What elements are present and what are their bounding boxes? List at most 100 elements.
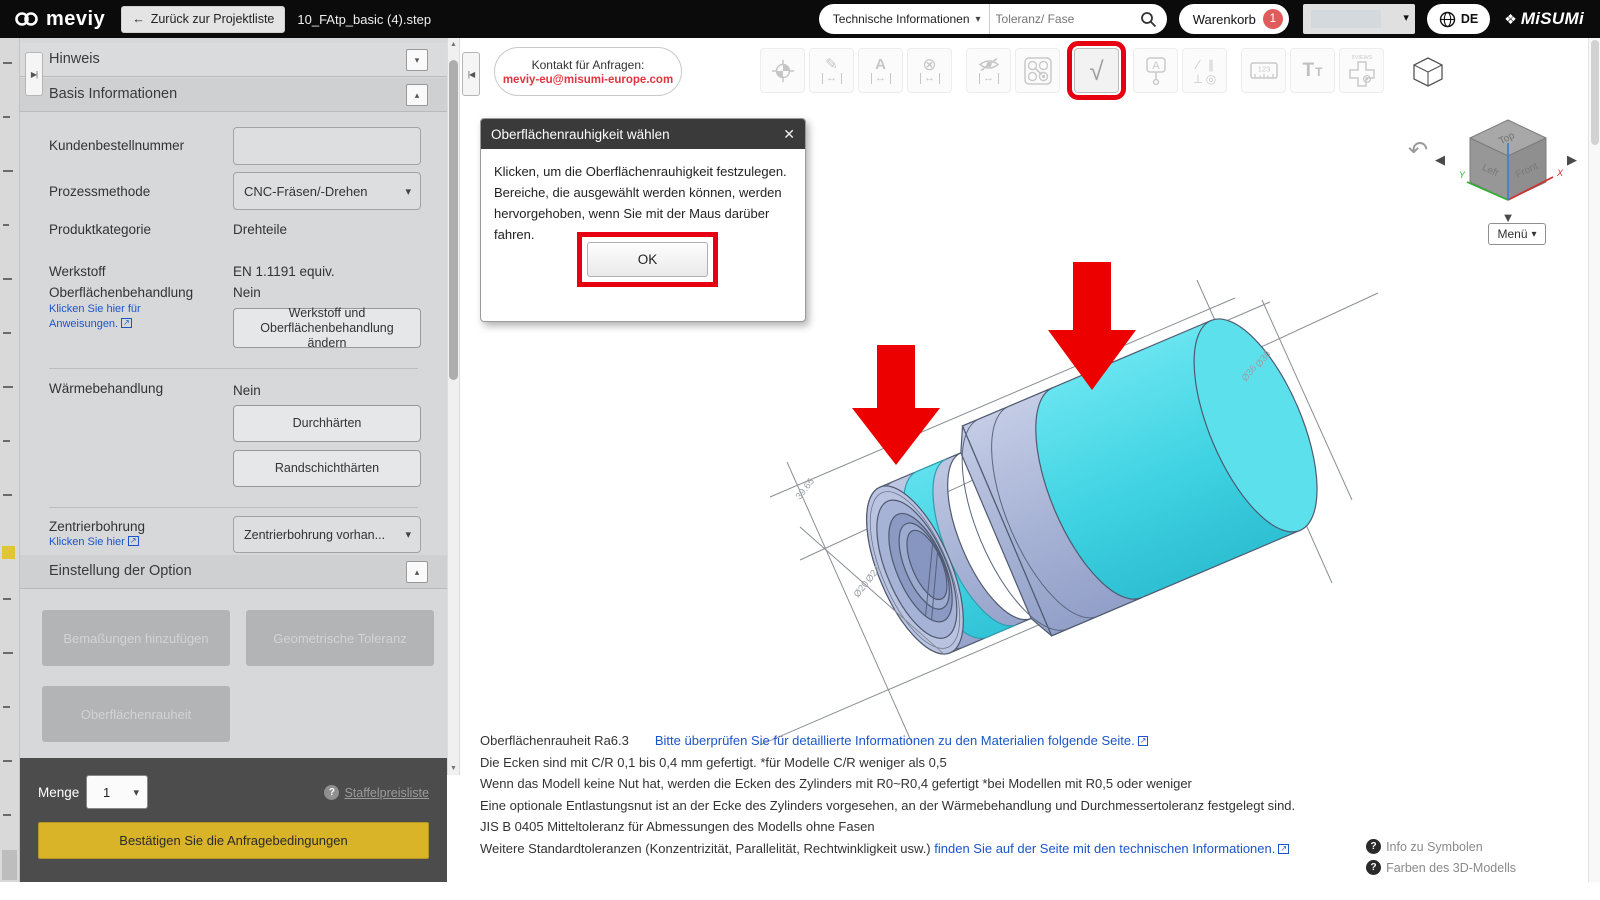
search-category-select[interactable]: Technische Informationen ▾ xyxy=(819,4,990,34)
chevron-down-icon: ▾ xyxy=(1403,12,1409,24)
section-option-label: Einstellung der Option xyxy=(49,563,192,579)
open-filename: 10_FAtp_basic (4).step xyxy=(297,11,432,27)
note-line-6: Weitere Standardtoleranzen (Konzentrizit… xyxy=(480,838,1330,860)
oberflaechenbehandlung-value: Nein xyxy=(233,285,261,300)
durchhaerten-label: Durchhärten xyxy=(292,416,362,430)
measure-ruler-icon[interactable]: 123 xyxy=(1241,48,1286,93)
text-size-icon[interactable]: T T xyxy=(1290,48,1335,93)
search-input[interactable] xyxy=(989,12,1140,26)
durchhaerten-button[interactable]: Durchhärten xyxy=(233,405,421,442)
prozessmethode-select[interactable]: CNC-Fräsen/-Drehen ▾ xyxy=(233,172,421,210)
randschichthaerten-button[interactable]: Randschichthärten xyxy=(233,450,421,487)
werkstoff-aendern-label: Werkstoff und Oberflächenbehandlung ände… xyxy=(260,305,394,350)
cart-count-badge: 1 xyxy=(1262,9,1283,29)
back-to-projects-button[interactable]: ← Zurück zur Projektliste xyxy=(121,5,286,33)
sidebar-expand-handle[interactable]: ▶| xyxy=(25,52,43,96)
section-basis-label: Basis Informationen xyxy=(49,86,178,102)
top-bar: meviy ← Zurück zur Projektliste 10_FAtp_… xyxy=(0,0,1600,38)
viewer-menu-button[interactable]: Menü ▾ xyxy=(1488,223,1546,245)
model-colors-link[interactable]: ? Farben des 3D-Modells xyxy=(1366,857,1516,878)
zentrierbohrung-link[interactable]: Klicken Sie hier ↗ xyxy=(49,535,209,550)
geometric-tolerance-icon[interactable]: ∕ ∥ ⊥ ◎ xyxy=(1182,48,1227,93)
menge-label: Menge xyxy=(38,785,80,800)
six-views-icon[interactable]: 6VIEWS xyxy=(1339,48,1384,93)
external-link-icon: ↗ xyxy=(1137,736,1149,746)
sidebar-scrollbar[interactable]: ▲ ▼ xyxy=(447,38,460,775)
language-button[interactable]: DE xyxy=(1426,4,1491,34)
confirm-request-button[interactable]: Bestätigen Sie die Anfragebedingungen xyxy=(38,822,429,859)
surface-roughness-dialog: Oberflächenrauhigkeit wählen ✕ Klicken, … xyxy=(480,118,806,322)
scroll-down-icon[interactable]: ▼ xyxy=(448,765,459,772)
zentrierbohrung-select[interactable]: Zentrierbohrung vorhan... ▾ xyxy=(233,516,421,553)
collapse-basis-button[interactable]: ▴ xyxy=(406,84,428,106)
hole-pattern-icon[interactable] xyxy=(1015,48,1060,93)
svg-text:A: A xyxy=(1152,60,1160,72)
meviy-logo[interactable]: meviy xyxy=(14,8,105,31)
anweisungen-link[interactable]: Klicken Sie hier für Anweisungen. ↗ xyxy=(49,302,209,332)
help-icon: ? xyxy=(1366,860,1382,875)
materials-link[interactable]: Bitte überprüfen Sie für detaillierte In… xyxy=(655,730,1149,752)
quantity-select[interactable]: 1 ▾ xyxy=(86,775,148,809)
rotate-left-icon[interactable]: ↶ xyxy=(1408,137,1428,164)
oberflaechenrauheit-button-disabled: Oberflächenrauheit xyxy=(42,686,230,742)
hide-dimension-icon[interactable]: ↔ xyxy=(966,48,1011,93)
note-line-6-text: Weitere Standardtoleranzen (Konzentrizit… xyxy=(480,840,931,856)
viewer-scroll-thumb[interactable] xyxy=(1591,40,1599,145)
materials-link-text: Bitte überprüfen Sie für detaillierte In… xyxy=(654,733,1135,748)
contact-label: Kontakt für Anfragen: xyxy=(531,57,645,72)
model-colors-text: Farben des 3D-Modells xyxy=(1386,860,1516,875)
symbols-info-link[interactable]: ? Info zu Symbolen xyxy=(1366,836,1516,857)
help-icon: ? xyxy=(1366,839,1382,854)
viewer-scrollbar[interactable] xyxy=(1588,38,1600,882)
delete-dimension-icon[interactable]: ⊗ ↔ xyxy=(907,48,952,93)
note-line-3: Wenn das Modell keine Nut hat, werden di… xyxy=(480,776,1192,791)
iso-view-icon[interactable] xyxy=(1413,57,1443,87)
model-viewer: |◀ Kontakt für Anfragen: meviy-eu@misumi… xyxy=(460,38,1588,882)
external-link-icon: ↗ xyxy=(1278,843,1290,854)
scroll-up-icon[interactable]: ▲ xyxy=(448,41,459,48)
datum-target-icon[interactable] xyxy=(760,48,805,93)
dialog-titlebar[interactable]: Oberflächenrauhigkeit wählen ✕ xyxy=(481,119,805,149)
kundenbestellnummer-label: Kundenbestellnummer xyxy=(49,138,185,153)
ok-button[interactable]: OK xyxy=(587,242,708,277)
cart-button[interactable]: Warenkorb 1 xyxy=(1178,4,1289,34)
tech-info-link[interactable]: finden Sie auf der Seite mit den technis… xyxy=(934,841,1290,856)
surface-roughness-icon[interactable]: √ xyxy=(1067,41,1126,100)
section-option[interactable]: Einstellung der Option ▴ xyxy=(20,555,447,589)
arrow-front-groove xyxy=(852,345,940,465)
collapsed-parts-strip[interactable] xyxy=(0,38,20,882)
chevron-down-icon: ▾ xyxy=(405,529,411,541)
collapse-option-button[interactable]: ▴ xyxy=(406,561,428,583)
kundenbestellnummer-input[interactable] xyxy=(233,127,421,165)
datum-label-icon[interactable]: A xyxy=(1133,48,1178,93)
note-line-5: JIS B 0405 Mitteltoleranz für Abmessunge… xyxy=(480,819,875,834)
close-icon[interactable]: ✕ xyxy=(783,126,795,143)
collapse-hinweis-button[interactable]: ▾ xyxy=(406,49,428,71)
strip-scroll-thumb[interactable] xyxy=(2,850,17,880)
sidebar-scroll-thumb[interactable] xyxy=(449,60,458,380)
section-basis[interactable]: Basis Informationen ▴ xyxy=(20,78,447,112)
rotate-right-step-icon[interactable]: ▶ xyxy=(1567,152,1577,167)
text-dimension-icon[interactable]: A ↔ xyxy=(858,48,903,93)
produktkategorie-label: Produktkategorie xyxy=(49,222,152,237)
cart-label: Warenkorb xyxy=(1192,11,1256,27)
divider xyxy=(49,368,418,369)
search-icon[interactable] xyxy=(1140,11,1157,28)
staffelpreisliste-link[interactable]: ? Staffelpreisliste xyxy=(324,785,429,800)
werkstoff-aendern-button[interactable]: Werkstoff und Oberflächenbehandlung ände… xyxy=(233,305,421,350)
meviy-logo-icon xyxy=(15,12,38,26)
contact-email-link[interactable]: meviy-eu@misumi-europe.com xyxy=(503,74,673,86)
chevron-down-icon: ▾ xyxy=(405,185,411,198)
account-select[interactable]: ▾ xyxy=(1302,4,1415,34)
logo-text: meviy xyxy=(46,7,106,30)
edit-dimension-icon[interactable]: ✎ ↔ xyxy=(809,48,854,93)
svg-text:⊥: ⊥ xyxy=(1192,72,1202,86)
viewer-menu-label: Menü xyxy=(1497,227,1528,241)
help-links: ? Info zu Symbolen ? Farben des 3D-Model… xyxy=(1366,836,1516,878)
viewer-collapse-handle[interactable]: |◀ xyxy=(462,52,480,96)
section-hinweis[interactable]: Hinweis ▾ xyxy=(20,43,447,77)
rotate-left-step-icon[interactable]: ◀ xyxy=(1435,152,1445,167)
svg-text:◎: ◎ xyxy=(1205,72,1215,86)
active-part-marker[interactable] xyxy=(2,546,15,559)
werkstoff-label: Werkstoff xyxy=(49,264,106,279)
